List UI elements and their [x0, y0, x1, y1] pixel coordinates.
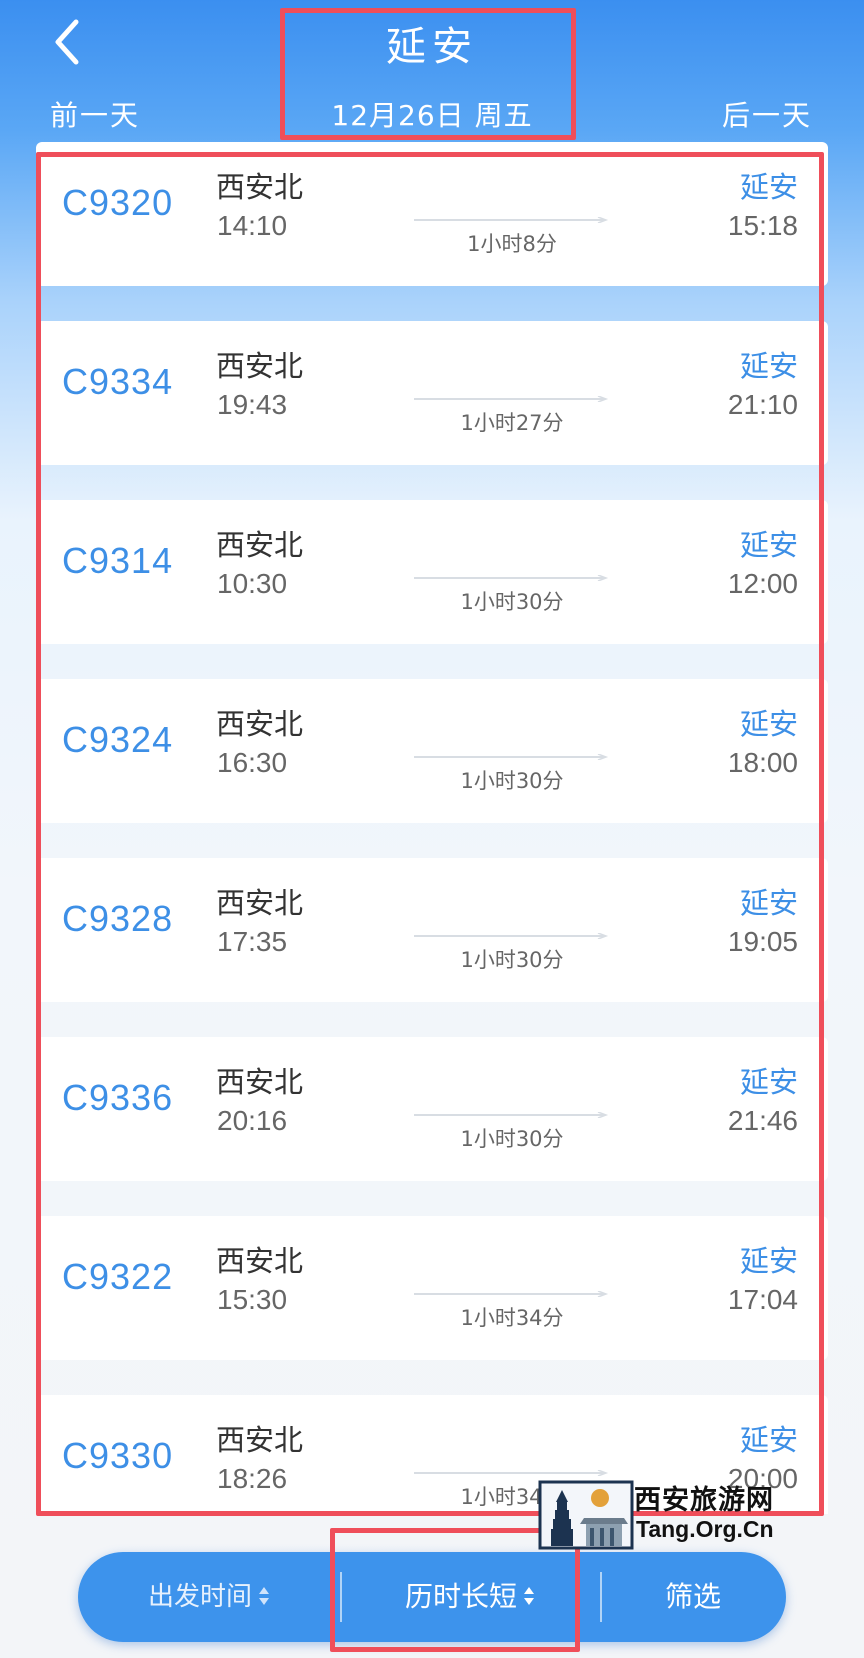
arrival-station: 延安	[739, 1065, 798, 1099]
departure-time: 18:26	[217, 1463, 288, 1494]
train-code: C9314	[62, 540, 174, 581]
watermark: 西安旅游网 Tang.Org.Cn	[538, 1472, 798, 1552]
departure-station: 西安北	[216, 528, 304, 562]
route-arrow-icon	[414, 1282, 610, 1298]
departure-station: 西安北	[216, 1065, 304, 1099]
trip-duration: 1小时30分	[460, 948, 564, 972]
train-code: C9330	[62, 1435, 174, 1476]
sort-depart-time-tab[interactable]: 出发时间	[78, 1552, 340, 1642]
sort-duration-label: 历时长短	[404, 1580, 517, 1613]
train-code: C9320	[62, 182, 174, 223]
train-code: C9328	[62, 898, 174, 939]
arrival-station: 延安	[739, 886, 798, 920]
watermark-name: 西安旅游网	[634, 1485, 774, 1516]
departure-time: 15:30	[217, 1284, 288, 1315]
sort-depart-time-label: 出发时间	[147, 1582, 252, 1612]
train-card[interactable]: C9322 西安北 15:30 1小时34分 延安 17:04	[36, 1216, 828, 1360]
arrival-station: 延安	[739, 707, 798, 741]
train-list: C9320 西安北 14:10 1小时8分 延安 15:18 C9334 西安北 19:43 1小…	[36, 142, 828, 1514]
departure-station: 西安北	[216, 886, 304, 920]
departure-time: 14:10	[217, 210, 288, 241]
watermark-domain: Tang.Org.Cn	[636, 1516, 774, 1542]
pagoda-logo-icon	[538, 1480, 634, 1550]
train-card[interactable]: C9328 西安北 17:35 1小时30分 延安 19:05	[36, 858, 828, 1002]
trip-duration: 1小时27分	[460, 411, 564, 435]
route-arrow-icon	[414, 924, 610, 940]
departure-time: 16:30	[217, 747, 288, 778]
train-code: C9336	[62, 1077, 174, 1118]
route-arrow-icon	[414, 387, 610, 403]
train-card[interactable]: C9320 西安北 14:10 1小时8分 延安 15:18	[36, 142, 828, 286]
departure-time: 10:30	[217, 568, 288, 599]
train-code: C9322	[62, 1256, 174, 1297]
train-code: C9334	[62, 361, 174, 402]
departure-station: 西安北	[216, 1423, 304, 1457]
departure-time: 19:43	[217, 389, 288, 420]
train-card[interactable]: C9324 西安北 16:30 1小时30分 延安 18:00	[36, 679, 828, 823]
trip-duration: 1小时30分	[460, 769, 564, 793]
train-code: C9324	[62, 719, 174, 760]
route-arrow-icon	[414, 1103, 610, 1119]
sort-arrows-icon	[524, 1587, 534, 1605]
departure-time: 20:16	[217, 1105, 288, 1136]
arrival-station: 延安	[739, 1244, 798, 1278]
departure-station: 西安北	[216, 349, 304, 383]
arrival-time: 21:10	[727, 389, 798, 420]
departure-station: 西安北	[216, 707, 304, 741]
route-arrow-icon	[414, 566, 610, 582]
next-day-button[interactable]: 后一天	[722, 94, 812, 134]
bottom-sort-bar: 出发时间 历时长短 筛选	[78, 1552, 786, 1642]
train-card[interactable]: C9336 西安北 20:16 1小时30分 延安 21:46	[36, 1037, 828, 1181]
route-arrow-icon	[414, 745, 610, 761]
arrival-time: 12:00	[727, 568, 798, 599]
arrival-time: 21:46	[727, 1105, 798, 1136]
arrival-station: 延安	[739, 528, 798, 562]
route-arrow-icon	[414, 208, 610, 224]
trip-duration: 1小时30分	[460, 1127, 564, 1151]
arrival-station: 延安	[739, 170, 798, 204]
trip-duration: 1小时30分	[460, 590, 564, 614]
arrival-station: 延安	[739, 349, 798, 383]
departure-station: 西安北	[216, 170, 304, 204]
filter-tab[interactable]: 筛选	[600, 1552, 786, 1642]
arrival-station: 延安	[739, 1423, 798, 1457]
trip-duration: 1小时8分	[467, 232, 557, 256]
arrival-time: 15:18	[727, 210, 798, 241]
page-title: 延安	[386, 24, 478, 70]
train-card[interactable]: C9314 西安北 10:30 1小时30分 延安 12:00	[36, 500, 828, 644]
trip-duration: 1小时34分	[460, 1306, 564, 1330]
arrival-time: 17:04	[727, 1284, 798, 1315]
sort-arrows-icon	[259, 1586, 269, 1605]
departure-time: 17:35	[217, 926, 288, 957]
arrival-time: 19:05	[727, 926, 798, 957]
arrival-time: 18:00	[727, 747, 798, 778]
sort-duration-tab[interactable]: 历时长短	[340, 1552, 600, 1642]
train-card[interactable]: C9334 西安北 19:43 1小时27分 延安 21:10	[36, 321, 828, 465]
route-arrow-icon	[414, 1461, 610, 1477]
departure-station: 西安北	[216, 1244, 304, 1278]
